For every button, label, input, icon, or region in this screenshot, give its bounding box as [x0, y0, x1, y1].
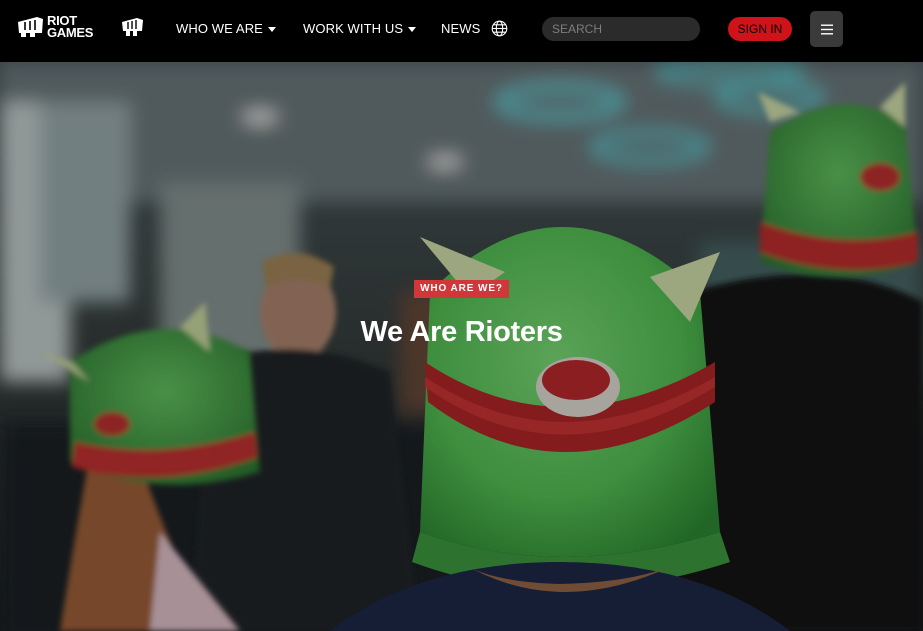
chevron-down-icon: [408, 26, 417, 32]
nav-news-label: NEWS: [441, 21, 481, 36]
riot-games-wordmark: RIOT GAMES: [47, 14, 94, 40]
hero-section: WHO ARE WE? We Are Rioters: [0, 62, 923, 631]
search-box: [542, 17, 700, 41]
chevron-down-icon: [267, 26, 276, 32]
riot-games-logo[interactable]: RIOT GAMES: [17, 14, 94, 40]
nav-who-we-are[interactable]: WHO WE ARE: [176, 21, 276, 36]
nav-work-with-us[interactable]: WORK WITH US: [303, 21, 417, 36]
page: RIOT GAMES WHO WE ARE WORK WITH US NEWS: [0, 0, 923, 631]
search-input[interactable]: [542, 18, 700, 40]
riot-client-icon[interactable]: [121, 17, 144, 38]
globe-icon[interactable]: [491, 20, 508, 37]
hero-title: We Are Rioters: [360, 316, 563, 348]
hero-eyebrow-badge: WHO ARE WE?: [414, 280, 509, 298]
riot-fist-icon: [18, 16, 43, 37]
nav-who-we-are-label: WHO WE ARE: [176, 21, 263, 36]
sign-in-button[interactable]: SIGN IN: [728, 17, 792, 41]
hero-content: WHO ARE WE? We Are Rioters: [0, 278, 923, 349]
menu-button[interactable]: [810, 11, 843, 47]
nav-work-with-us-label: WORK WITH US: [303, 21, 404, 36]
hamburger-icon: [820, 24, 833, 34]
nav-news[interactable]: NEWS: [441, 21, 480, 36]
logo-line-2: GAMES: [47, 25, 94, 40]
top-navigation-bar: RIOT GAMES WHO WE ARE WORK WITH US NEWS: [0, 0, 923, 62]
